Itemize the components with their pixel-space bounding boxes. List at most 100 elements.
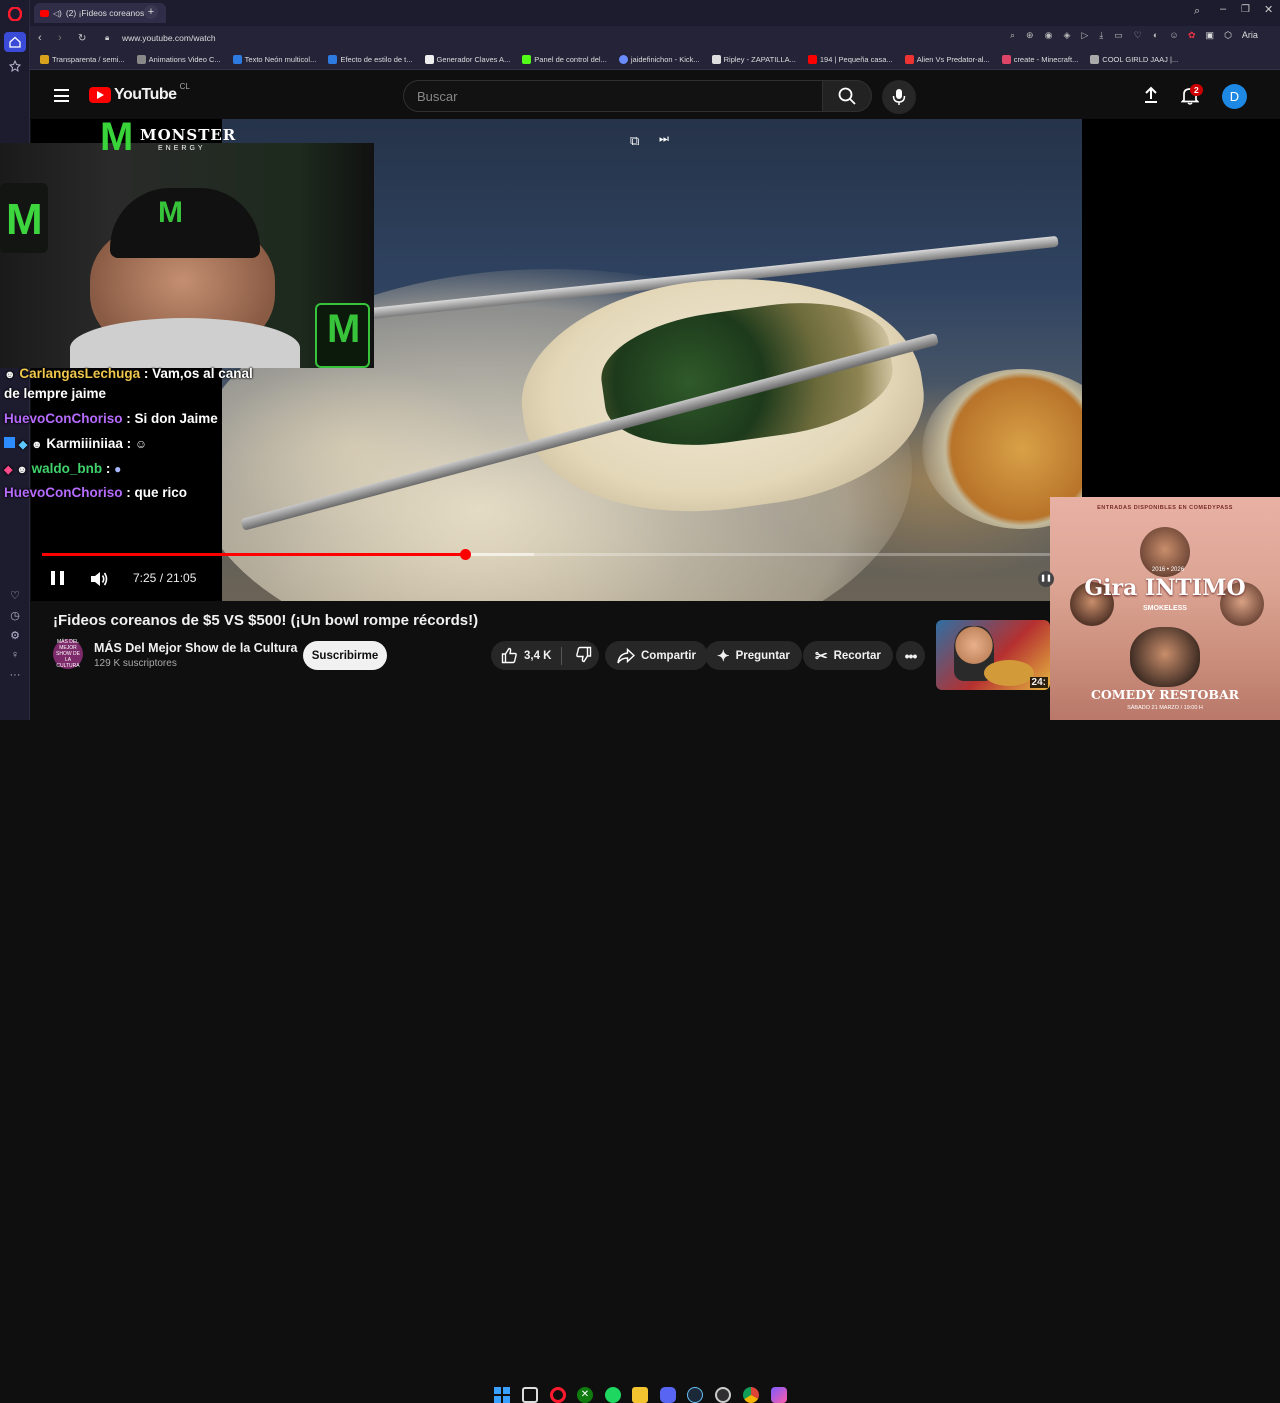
search-button[interactable] [822, 80, 872, 112]
home-icon[interactable] [4, 32, 26, 52]
miniplayer-icon[interactable]: ⧉ [630, 133, 639, 149]
share-button[interactable]: Compartir [605, 641, 708, 670]
channel-avatar[interactable]: MÁS DEL MEJOR SHOW DE LA CULTURA [53, 639, 83, 669]
flow-icon[interactable]: ◐ [1153, 30, 1158, 41]
heart-icon[interactable]: ♡ [7, 587, 23, 603]
opera-taskbar-icon[interactable] [550, 1387, 566, 1403]
lock-icon[interactable]: 🔒︎ [105, 33, 109, 43]
restore-icon[interactable]: ❐ [1241, 4, 1250, 15]
extension-box-icon[interactable]: ▣ [1206, 30, 1215, 41]
aria-button[interactable]: Aria [1242, 30, 1258, 41]
youtube-favicon-icon [40, 9, 49, 17]
chat-username: CarlangasLechuga [19, 366, 141, 381]
forward-icon[interactable]: › [58, 32, 62, 44]
search-tabs-icon[interactable]: ⌕ [1194, 5, 1200, 18]
task-view-icon[interactable] [522, 1387, 538, 1403]
pinboard-icon[interactable] [7, 58, 23, 74]
chat-text: : Si don Jaime [126, 411, 218, 426]
bookmark-item[interactable]: Efecto de estilo de t... [322, 55, 418, 64]
more-icon[interactable]: ··· [7, 667, 23, 683]
obs-icon[interactable] [715, 1387, 731, 1403]
bookmark-item[interactable]: 194 | Pequeña casa... [802, 55, 899, 64]
ad-title: Gira INTIMO [1084, 575, 1246, 601]
bookmark-item[interactable]: COOL GIRLD JAAJ |... [1084, 55, 1184, 64]
opera-logo-icon[interactable] [7, 6, 23, 22]
chat-message: HuevoConChoriso : Si don Jaime [4, 411, 218, 426]
chrome-icon[interactable] [743, 1387, 759, 1403]
chat-badge-icon: ☻ [16, 464, 28, 476]
bookmark-item[interactable]: Transparenta / semi... [30, 55, 131, 64]
minimize-icon[interactable]: – [1220, 3, 1226, 15]
bookmark-item[interactable]: create - Minecraft... [996, 55, 1085, 64]
account-avatar[interactable]: D [1222, 84, 1247, 109]
app-icon[interactable] [771, 1387, 787, 1403]
chat-text: : Vam,os al canal [143, 366, 253, 381]
like-button[interactable]: 3,4 K [491, 646, 562, 665]
camera-icon[interactable]: ◉ [1045, 30, 1053, 41]
file-explorer-icon[interactable] [632, 1387, 648, 1403]
chat-badge-icon: ◆ [4, 464, 13, 476]
reload-icon[interactable]: ↻ [78, 33, 86, 44]
shield-icon[interactable]: ◈ [1063, 30, 1070, 41]
spotify-icon[interactable] [605, 1387, 621, 1403]
chat-message: de lempre jaime [4, 386, 106, 401]
translate-icon[interactable]: ⊕ [1026, 30, 1034, 41]
discord-icon[interactable] [660, 1387, 676, 1403]
history-icon[interactable]: ◷ [7, 607, 23, 623]
youtube-logo[interactable]: YouTube CL [89, 82, 190, 104]
bookmark-item[interactable]: Ripley - ZAPATILLA... [706, 55, 802, 64]
download-icon[interactable]: ⤓ [1099, 30, 1103, 41]
zoom-icon[interactable]: ⌕ [1010, 30, 1015, 41]
ask-button[interactable]: ✦ Preguntar [705, 641, 802, 670]
comedy-ad-poster[interactable]: ENTRADAS DISPONIBLES EN COMEDYPASS 2016 … [1050, 497, 1280, 720]
speaker-icon[interactable]: ◁) [53, 9, 62, 18]
related-video-thumbnail[interactable]: 24: [936, 620, 1050, 690]
webcam-person-shirt [70, 318, 300, 368]
upload-button[interactable] [1142, 86, 1160, 109]
lightbulb-icon[interactable]: ♀ [7, 647, 23, 663]
voice-search-button[interactable] [882, 80, 916, 114]
bookmark-item[interactable]: Generador Claves A... [419, 55, 517, 64]
url-field[interactable]: www.youtube.com/watch [122, 33, 216, 43]
profile-icon[interactable]: ☺ [1169, 30, 1178, 41]
search-input[interactable]: Buscar [403, 80, 823, 112]
windows-start-icon[interactable] [494, 1387, 510, 1403]
bookmark-item[interactable]: Panel de control del... [516, 55, 613, 64]
back-icon[interactable]: ‹ [38, 32, 42, 44]
clip-label: Recortar [833, 649, 881, 662]
play-icon[interactable]: ▷ [1081, 30, 1088, 41]
xbox-icon[interactable]: ✕ [577, 1387, 593, 1403]
bookmark-item[interactable]: Alien Vs Predator-al... [899, 55, 996, 64]
dislike-button[interactable] [568, 646, 592, 666]
bookmark-heart-icon[interactable]: ♡ [1134, 30, 1142, 41]
like-count: 3,4 K [524, 649, 552, 662]
ask-label: Preguntar [735, 649, 790, 662]
bookmark-label: create - Minecraft... [1013, 55, 1079, 64]
clip-button[interactable]: ✂ Recortar [803, 641, 893, 670]
bookmark-item[interactable]: jaidefinichon - Kick... [613, 55, 706, 64]
close-window-icon[interactable]: ✕ [1264, 3, 1273, 16]
ad-pause-button[interactable]: ❚❚ [1038, 571, 1054, 587]
chat-message: HuevoConChoriso : que rico [4, 485, 187, 500]
pause-button[interactable] [51, 571, 64, 585]
volume-button[interactable] [89, 570, 109, 593]
bookmark-item[interactable]: Texto Neón multicol... [227, 55, 323, 64]
channel-name[interactable]: MÁS Del Mejor Show de la Cultura [94, 641, 298, 655]
thumbs-up-icon [501, 647, 517, 664]
video-title: ¡Fideos coreanos de $5 VS $500! (¡Un bow… [53, 612, 479, 629]
bookmark-item[interactable]: Animations Video C... [131, 55, 227, 64]
new-tab-button[interactable]: + [144, 5, 158, 19]
notifications-button[interactable]: 2 [1180, 84, 1203, 111]
skip-icon[interactable]: ⏭ [659, 133, 669, 146]
more-actions-button[interactable]: ••• [896, 641, 925, 670]
search-icon [838, 87, 856, 105]
progress-scrubber[interactable] [459, 549, 471, 560]
extension-puzzle-icon[interactable]: ✿ [1188, 30, 1196, 41]
aria-label: Aria [1241, 30, 1258, 40]
extension-cube-icon[interactable]: ⬡ [1224, 30, 1232, 41]
settings-icon[interactable]: ⚙ [7, 627, 23, 643]
wallet-icon[interactable]: ▭ [1114, 30, 1123, 41]
subscribe-button[interactable]: Suscribirme [303, 641, 387, 670]
menu-icon[interactable] [54, 89, 69, 102]
steam-icon[interactable] [687, 1387, 703, 1403]
